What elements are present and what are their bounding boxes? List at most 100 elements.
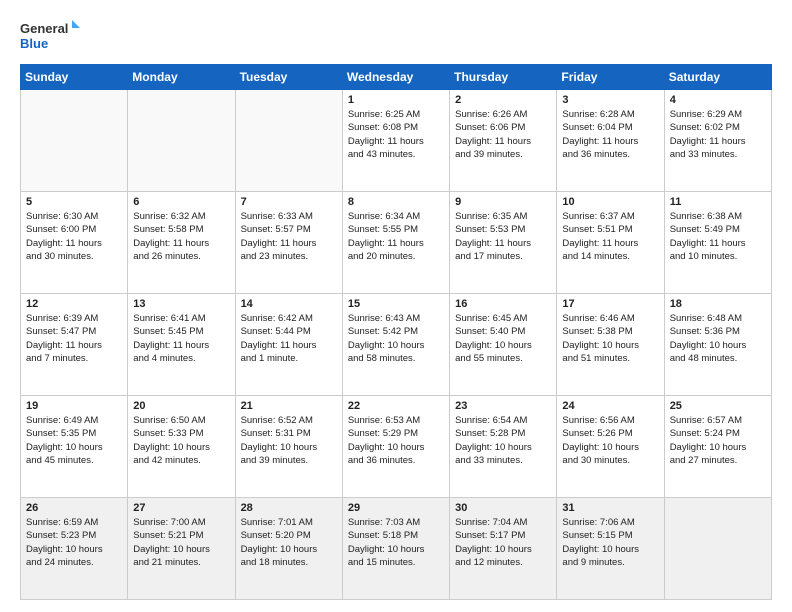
calendar-weekday-header: Tuesday bbox=[235, 65, 342, 90]
cell-info: Sunrise: 6:59 AM Sunset: 5:23 PM Dayligh… bbox=[26, 516, 122, 569]
calendar-cell: 28 Sunrise: 7:01 AM Sunset: 5:20 PM Dayli… bbox=[235, 498, 342, 600]
cell-info: Sunrise: 6:34 AM Sunset: 5:55 PM Dayligh… bbox=[348, 210, 444, 263]
day-number: 11 bbox=[670, 196, 766, 208]
calendar-cell: 26 Sunrise: 6:59 AM Sunset: 5:23 PM Dayli… bbox=[21, 498, 128, 600]
calendar-cell: 9 Sunrise: 6:35 AM Sunset: 5:53 PM Daylig… bbox=[450, 192, 557, 294]
calendar-cell: 23Sunrise: 6:54 AM Sunset: 5:28 PM Dayli… bbox=[450, 396, 557, 498]
calendar-cell: 29 Sunrise: 7:03 AM Sunset: 5:18 PM Dayli… bbox=[342, 498, 449, 600]
calendar-cell: 14Sunrise: 6:42 AM Sunset: 5:44 PM Dayli… bbox=[235, 294, 342, 396]
cell-info: Sunrise: 6:49 AM Sunset: 5:35 PM Dayligh… bbox=[26, 414, 122, 467]
page: General Blue SundayMondayTuesdayWednesda… bbox=[0, 0, 792, 612]
day-number: 25 bbox=[670, 400, 766, 412]
calendar-cell: 11 Sunrise: 6:38 AM Sunset: 5:49 PM Dayli… bbox=[664, 192, 771, 294]
day-number: 12 bbox=[26, 298, 122, 310]
calendar-cell: 31 Sunrise: 7:06 AM Sunset: 5:15 PM Dayli… bbox=[557, 498, 664, 600]
calendar-cell: 15 Sunrise: 6:43 AM Sunset: 5:42 PM Dayli… bbox=[342, 294, 449, 396]
day-number: 26 bbox=[26, 502, 122, 514]
cell-info: Sunrise: 7:04 AM Sunset: 5:17 PM Dayligh… bbox=[455, 516, 551, 569]
calendar-week-row: 1Sunrise: 6:25 AM Sunset: 6:08 PM Daylig… bbox=[21, 90, 772, 192]
calendar-cell: 16 Sunrise: 6:45 AM Sunset: 5:40 PM Dayli… bbox=[450, 294, 557, 396]
cell-info: Sunrise: 6:28 AM Sunset: 6:04 PM Dayligh… bbox=[562, 108, 658, 161]
cell-info: Sunrise: 6:57 AM Sunset: 5:24 PM Dayligh… bbox=[670, 414, 766, 467]
calendar-weekday-header: Saturday bbox=[664, 65, 771, 90]
calendar-cell bbox=[235, 90, 342, 192]
day-number: 6 bbox=[133, 196, 229, 208]
calendar-cell: 19 Sunrise: 6:49 AM Sunset: 5:35 PM Dayli… bbox=[21, 396, 128, 498]
day-number: 5 bbox=[26, 196, 122, 208]
calendar-cell: 3 Sunrise: 6:28 AM Sunset: 6:04 PM Daylig… bbox=[557, 90, 664, 192]
calendar-table: SundayMondayTuesdayWednesdayThursdayFrid… bbox=[20, 64, 772, 600]
calendar-week-row: 5 Sunrise: 6:30 AM Sunset: 6:00 PM Daylig… bbox=[21, 192, 772, 294]
calendar-header-row: SundayMondayTuesdayWednesdayThursdayFrid… bbox=[21, 65, 772, 90]
calendar-cell: 18Sunrise: 6:48 AM Sunset: 5:36 PM Dayli… bbox=[664, 294, 771, 396]
svg-text:Blue: Blue bbox=[20, 36, 48, 51]
calendar-cell bbox=[21, 90, 128, 192]
calendar-cell: 10Sunrise: 6:37 AM Sunset: 5:51 PM Dayli… bbox=[557, 192, 664, 294]
logo-icon: General Blue bbox=[20, 18, 80, 54]
day-number: 17 bbox=[562, 298, 658, 310]
cell-info: Sunrise: 6:26 AM Sunset: 6:06 PM Dayligh… bbox=[455, 108, 551, 161]
day-number: 30 bbox=[455, 502, 551, 514]
day-number: 24 bbox=[562, 400, 658, 412]
day-number: 31 bbox=[562, 502, 658, 514]
calendar-cell: 25 Sunrise: 6:57 AM Sunset: 5:24 PM Dayli… bbox=[664, 396, 771, 498]
cell-info: Sunrise: 6:38 AM Sunset: 5:49 PM Dayligh… bbox=[670, 210, 766, 263]
cell-info: Sunrise: 7:06 AM Sunset: 5:15 PM Dayligh… bbox=[562, 516, 658, 569]
day-number: 9 bbox=[455, 196, 551, 208]
logo: General Blue bbox=[20, 18, 80, 54]
day-number: 21 bbox=[241, 400, 337, 412]
calendar-cell: 22 Sunrise: 6:53 AM Sunset: 5:29 PM Dayli… bbox=[342, 396, 449, 498]
calendar-cell: 24Sunrise: 6:56 AM Sunset: 5:26 PM Dayli… bbox=[557, 396, 664, 498]
cell-info: Sunrise: 6:50 AM Sunset: 5:33 PM Dayligh… bbox=[133, 414, 229, 467]
calendar-cell: 6Sunrise: 6:32 AM Sunset: 5:58 PM Daylig… bbox=[128, 192, 235, 294]
calendar-week-row: 19 Sunrise: 6:49 AM Sunset: 5:35 PM Dayli… bbox=[21, 396, 772, 498]
day-number: 28 bbox=[241, 502, 337, 514]
cell-info: Sunrise: 7:01 AM Sunset: 5:20 PM Dayligh… bbox=[241, 516, 337, 569]
cell-info: Sunrise: 6:37 AM Sunset: 5:51 PM Dayligh… bbox=[562, 210, 658, 263]
cell-info: Sunrise: 6:52 AM Sunset: 5:31 PM Dayligh… bbox=[241, 414, 337, 467]
calendar-cell: 27 Sunrise: 7:00 AM Sunset: 5:21 PM Dayli… bbox=[128, 498, 235, 600]
day-number: 29 bbox=[348, 502, 444, 514]
calendar-weekday-header: Monday bbox=[128, 65, 235, 90]
calendar-cell: 4Sunrise: 6:29 AM Sunset: 6:02 PM Daylig… bbox=[664, 90, 771, 192]
day-number: 14 bbox=[241, 298, 337, 310]
day-number: 27 bbox=[133, 502, 229, 514]
day-number: 19 bbox=[26, 400, 122, 412]
cell-info: Sunrise: 6:30 AM Sunset: 6:00 PM Dayligh… bbox=[26, 210, 122, 263]
calendar-weekday-header: Thursday bbox=[450, 65, 557, 90]
cell-info: Sunrise: 6:54 AM Sunset: 5:28 PM Dayligh… bbox=[455, 414, 551, 467]
cell-info: Sunrise: 7:03 AM Sunset: 5:18 PM Dayligh… bbox=[348, 516, 444, 569]
day-number: 16 bbox=[455, 298, 551, 310]
calendar-cell: 8 Sunrise: 6:34 AM Sunset: 5:55 PM Daylig… bbox=[342, 192, 449, 294]
day-number: 8 bbox=[348, 196, 444, 208]
day-number: 7 bbox=[241, 196, 337, 208]
day-number: 13 bbox=[133, 298, 229, 310]
calendar-cell: 21 Sunrise: 6:52 AM Sunset: 5:31 PM Dayli… bbox=[235, 396, 342, 498]
calendar-cell: 17 Sunrise: 6:46 AM Sunset: 5:38 PM Dayli… bbox=[557, 294, 664, 396]
calendar-cell: 20Sunrise: 6:50 AM Sunset: 5:33 PM Dayli… bbox=[128, 396, 235, 498]
calendar-cell: 5 Sunrise: 6:30 AM Sunset: 6:00 PM Daylig… bbox=[21, 192, 128, 294]
cell-info: Sunrise: 6:39 AM Sunset: 5:47 PM Dayligh… bbox=[26, 312, 122, 365]
cell-info: Sunrise: 6:29 AM Sunset: 6:02 PM Dayligh… bbox=[670, 108, 766, 161]
calendar-cell bbox=[664, 498, 771, 600]
calendar-week-row: 12 Sunrise: 6:39 AM Sunset: 5:47 PM Dayli… bbox=[21, 294, 772, 396]
calendar-cell bbox=[128, 90, 235, 192]
cell-info: Sunrise: 6:53 AM Sunset: 5:29 PM Dayligh… bbox=[348, 414, 444, 467]
day-number: 3 bbox=[562, 94, 658, 106]
cell-info: Sunrise: 7:00 AM Sunset: 5:21 PM Dayligh… bbox=[133, 516, 229, 569]
calendar-cell: 30 Sunrise: 7:04 AM Sunset: 5:17 PM Dayli… bbox=[450, 498, 557, 600]
top-section: General Blue bbox=[20, 18, 772, 54]
day-number: 18 bbox=[670, 298, 766, 310]
calendar-cell: 1Sunrise: 6:25 AM Sunset: 6:08 PM Daylig… bbox=[342, 90, 449, 192]
calendar-week-row: 26 Sunrise: 6:59 AM Sunset: 5:23 PM Dayli… bbox=[21, 498, 772, 600]
cell-info: Sunrise: 6:35 AM Sunset: 5:53 PM Dayligh… bbox=[455, 210, 551, 263]
calendar-cell: 13Sunrise: 6:41 AM Sunset: 5:45 PM Dayli… bbox=[128, 294, 235, 396]
calendar-cell: 2Sunrise: 6:26 AM Sunset: 6:06 PM Daylig… bbox=[450, 90, 557, 192]
calendar-weekday-header: Friday bbox=[557, 65, 664, 90]
calendar-cell: 12 Sunrise: 6:39 AM Sunset: 5:47 PM Dayli… bbox=[21, 294, 128, 396]
day-number: 22 bbox=[348, 400, 444, 412]
cell-info: Sunrise: 6:46 AM Sunset: 5:38 PM Dayligh… bbox=[562, 312, 658, 365]
cell-info: Sunrise: 6:43 AM Sunset: 5:42 PM Dayligh… bbox=[348, 312, 444, 365]
day-number: 15 bbox=[348, 298, 444, 310]
cell-info: Sunrise: 6:45 AM Sunset: 5:40 PM Dayligh… bbox=[455, 312, 551, 365]
